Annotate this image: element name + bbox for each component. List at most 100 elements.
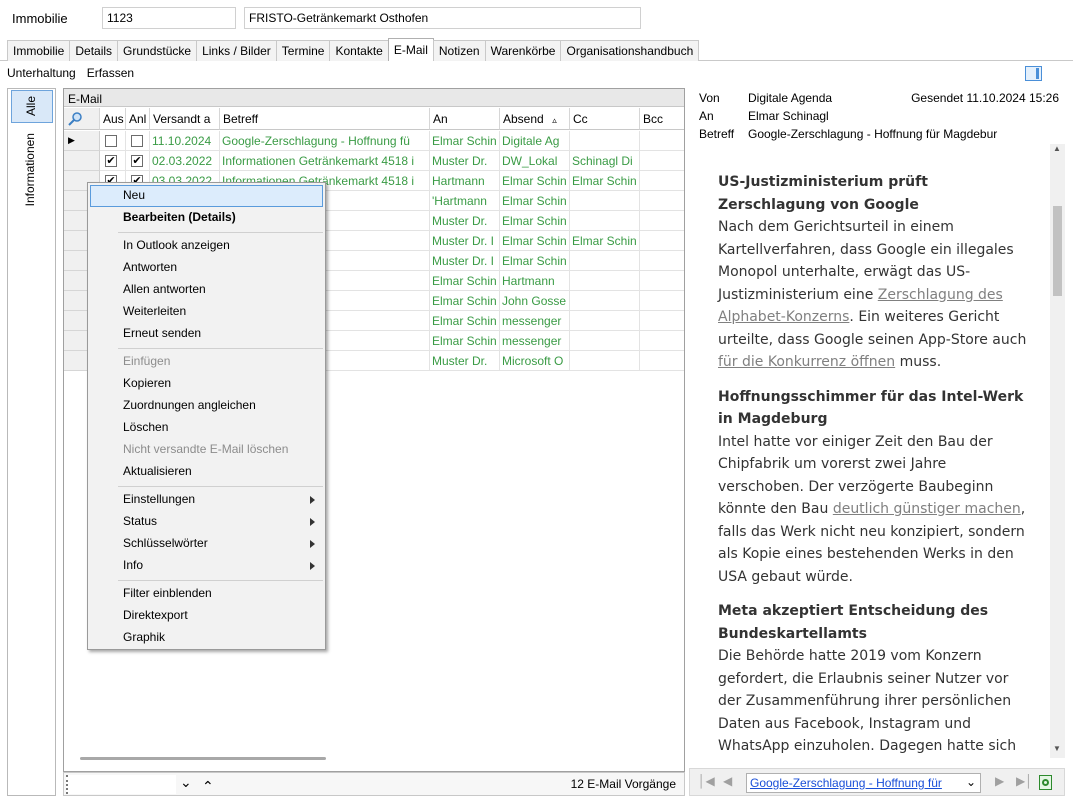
cell-an: Elmar Schin — [430, 311, 500, 331]
tab-termine[interactable]: Termine — [275, 40, 331, 61]
aus-checkbox[interactable]: ✔ — [105, 155, 117, 167]
table-row[interactable]: ✔ ✔ 02.03.2022 Informationen Getränkemarkt … — [64, 151, 684, 171]
cell-bcc — [640, 171, 684, 191]
cell-absend: Digitale Ag — [500, 131, 570, 151]
betreff-label: Betreff — [699, 127, 735, 141]
cell-an: Muster Dr. I — [430, 251, 500, 271]
menu-item-einfügen: Einfügen — [90, 351, 323, 373]
dropdown-arrow-icon[interactable]: ⌄ — [966, 775, 976, 789]
menu-item-weiterleiten[interactable]: Weiterleiten — [90, 301, 323, 323]
submenu-arrow-icon — [310, 540, 315, 548]
toolbar-erfassen[interactable]: Erfassen — [87, 66, 134, 80]
an-label: An — [699, 109, 714, 123]
menu-item-kopieren[interactable]: Kopieren — [90, 373, 323, 395]
menu-item-direktexport[interactable]: Direktexport — [90, 605, 323, 627]
filter-input[interactable] — [66, 775, 176, 794]
submenu-arrow-icon — [310, 562, 315, 570]
row-selector[interactable] — [64, 151, 100, 171]
cell-cc — [570, 351, 640, 371]
tab-alle[interactable]: Alle — [11, 90, 53, 123]
menu-item-einstellungen[interactable]: Einstellungen — [90, 489, 323, 511]
column-header-label: Anl — [129, 112, 147, 126]
tab-links-bilder[interactable]: Links / Bilder — [196, 40, 277, 61]
cell-bcc — [640, 251, 684, 271]
column-header-cc[interactable]: Cc — [570, 108, 640, 130]
link-guenstiger[interactable]: deutlich günstiger machen — [833, 501, 1021, 517]
search-header[interactable] — [64, 108, 100, 130]
tab-kontakte[interactable]: Kontakte — [329, 40, 389, 61]
menu-item-allen-antworten[interactable]: Allen antworten — [90, 279, 323, 301]
tab-e-mail[interactable]: E-Mail — [387, 38, 434, 61]
next-record-icon[interactable]: ▶ — [995, 774, 1004, 788]
column-header-an[interactable]: An — [430, 108, 500, 130]
table-row[interactable]: ▶ 11.10.2024 Google-Zerschlagung - Hoffnun… — [64, 131, 684, 151]
cell-an: Muster Dr. — [430, 211, 500, 231]
toolbar-unterhaltung[interactable]: Unterhaltung — [7, 66, 76, 80]
link-konkurrenz[interactable]: für die Konkurrenz öffnen — [718, 354, 895, 370]
prev-record-icon[interactable]: ◀ — [723, 774, 732, 788]
menu-item-label: Aktualisieren — [123, 464, 192, 478]
anl-checkbox[interactable]: ✔ — [131, 155, 143, 167]
column-header-anl[interactable]: Anl — [126, 108, 150, 130]
aus-checkbox[interactable] — [105, 135, 117, 147]
tab-grundstücke[interactable]: Grundstücke — [117, 40, 198, 61]
menu-item-filter-einblenden[interactable]: Filter einblenden — [90, 583, 323, 605]
column-header-versandt-a[interactable]: Versandt a — [150, 108, 220, 130]
submenu-arrow-icon — [310, 496, 315, 504]
menu-item-antworten[interactable]: Antworten — [90, 257, 323, 279]
menu-item-graphik[interactable]: Graphik — [90, 627, 323, 649]
horizontal-scrollbar[interactable] — [80, 757, 326, 760]
cell-absend: Elmar Schin — [500, 171, 570, 191]
menu-item-bearbeiten-details[interactable]: Bearbeiten (Details) — [90, 207, 323, 229]
menu-item-schlüsselwörter[interactable]: Schlüsselwörter — [90, 533, 323, 555]
menu-item-in-outlook-anzeigen[interactable]: In Outlook anzeigen — [90, 235, 323, 257]
toolbar: Unterhaltung Erfassen — [7, 66, 134, 80]
status-bar: ⌄ ⌃ 12 E-Mail Vorgänge — [63, 772, 685, 796]
cell-an: Hartmann — [430, 171, 500, 191]
row-selector[interactable]: ▶ — [64, 131, 100, 151]
immobilie-name-field[interactable]: FRISTO-Getränkemarkt Osthofen — [244, 7, 641, 29]
cell-anl — [126, 131, 150, 151]
chevron-up-icon[interactable]: ⌃ — [202, 778, 214, 795]
anl-checkbox[interactable] — [131, 135, 143, 147]
tab-organisationshandbuch[interactable]: Organisationshandbuch — [560, 40, 700, 61]
menu-item-erneut-senden[interactable]: Erneut senden — [90, 323, 323, 345]
cell-an: Muster Dr. — [430, 151, 500, 171]
chevron-down-icon[interactable]: ⌄ — [180, 774, 192, 791]
tab-informationen[interactable]: Informationen — [23, 133, 37, 206]
cell-bcc — [640, 191, 684, 211]
column-header-bcc[interactable]: Bcc — [640, 108, 684, 130]
email-select[interactable]: Google-Zerschlagung - Hoffnung für ⌄ — [746, 773, 981, 793]
tab-warenkörbe[interactable]: Warenkörbe — [484, 40, 562, 61]
tab-notizen[interactable]: Notizen — [432, 40, 486, 61]
search-icon[interactable] — [67, 112, 83, 126]
first-record-icon[interactable]: │◀ — [698, 774, 715, 788]
article: US-Justizministerium prüft Zerschlagung … — [718, 171, 1033, 758]
scroll-thumb[interactable] — [1053, 206, 1062, 296]
layout-icon[interactable] — [1025, 66, 1042, 81]
betreff-value: Google-Zerschlagung - Hoffnung für Magde… — [748, 127, 998, 141]
tab-details[interactable]: Details — [69, 40, 119, 61]
last-record-icon[interactable]: ▶│ — [1016, 774, 1033, 788]
immobilie-id-field[interactable]: 1123 — [102, 7, 236, 29]
von-label: Von — [699, 91, 720, 105]
column-header-betreff[interactable]: Betreff — [220, 108, 430, 130]
menu-item-löschen[interactable]: Löschen — [90, 417, 323, 439]
menu-item-label: Filter einblenden — [123, 586, 212, 600]
scroll-down-arrow[interactable]: ▼ — [1053, 744, 1061, 753]
email-count: 12 E-Mail Vorgänge — [570, 777, 676, 791]
column-header-label: Aus — [103, 112, 124, 126]
menu-item-status[interactable]: Status — [90, 511, 323, 533]
tab-immobilie[interactable]: Immobilie — [7, 40, 71, 61]
column-header-aus[interactable]: Aus — [100, 108, 126, 130]
menu-item-aktualisieren[interactable]: Aktualisieren — [90, 461, 323, 483]
reader-scrollbar[interactable]: ▲ ▼ — [1050, 144, 1065, 758]
menu-item-label: Einfügen — [123, 354, 171, 368]
menu-item-info[interactable]: Info — [90, 555, 323, 577]
menu-item-neu[interactable]: Neu — [90, 185, 323, 207]
scroll-up-arrow[interactable]: ▲ — [1053, 144, 1061, 153]
refresh-icon[interactable] — [1039, 775, 1052, 790]
tab-bar: Immobilie Details Grundstücke Links / Bilde… — [7, 38, 700, 61]
menu-item-zuordnungen-angleichen[interactable]: Zuordnungen angleichen — [90, 395, 323, 417]
column-header-absend[interactable]: Absend ▵ — [500, 108, 570, 130]
